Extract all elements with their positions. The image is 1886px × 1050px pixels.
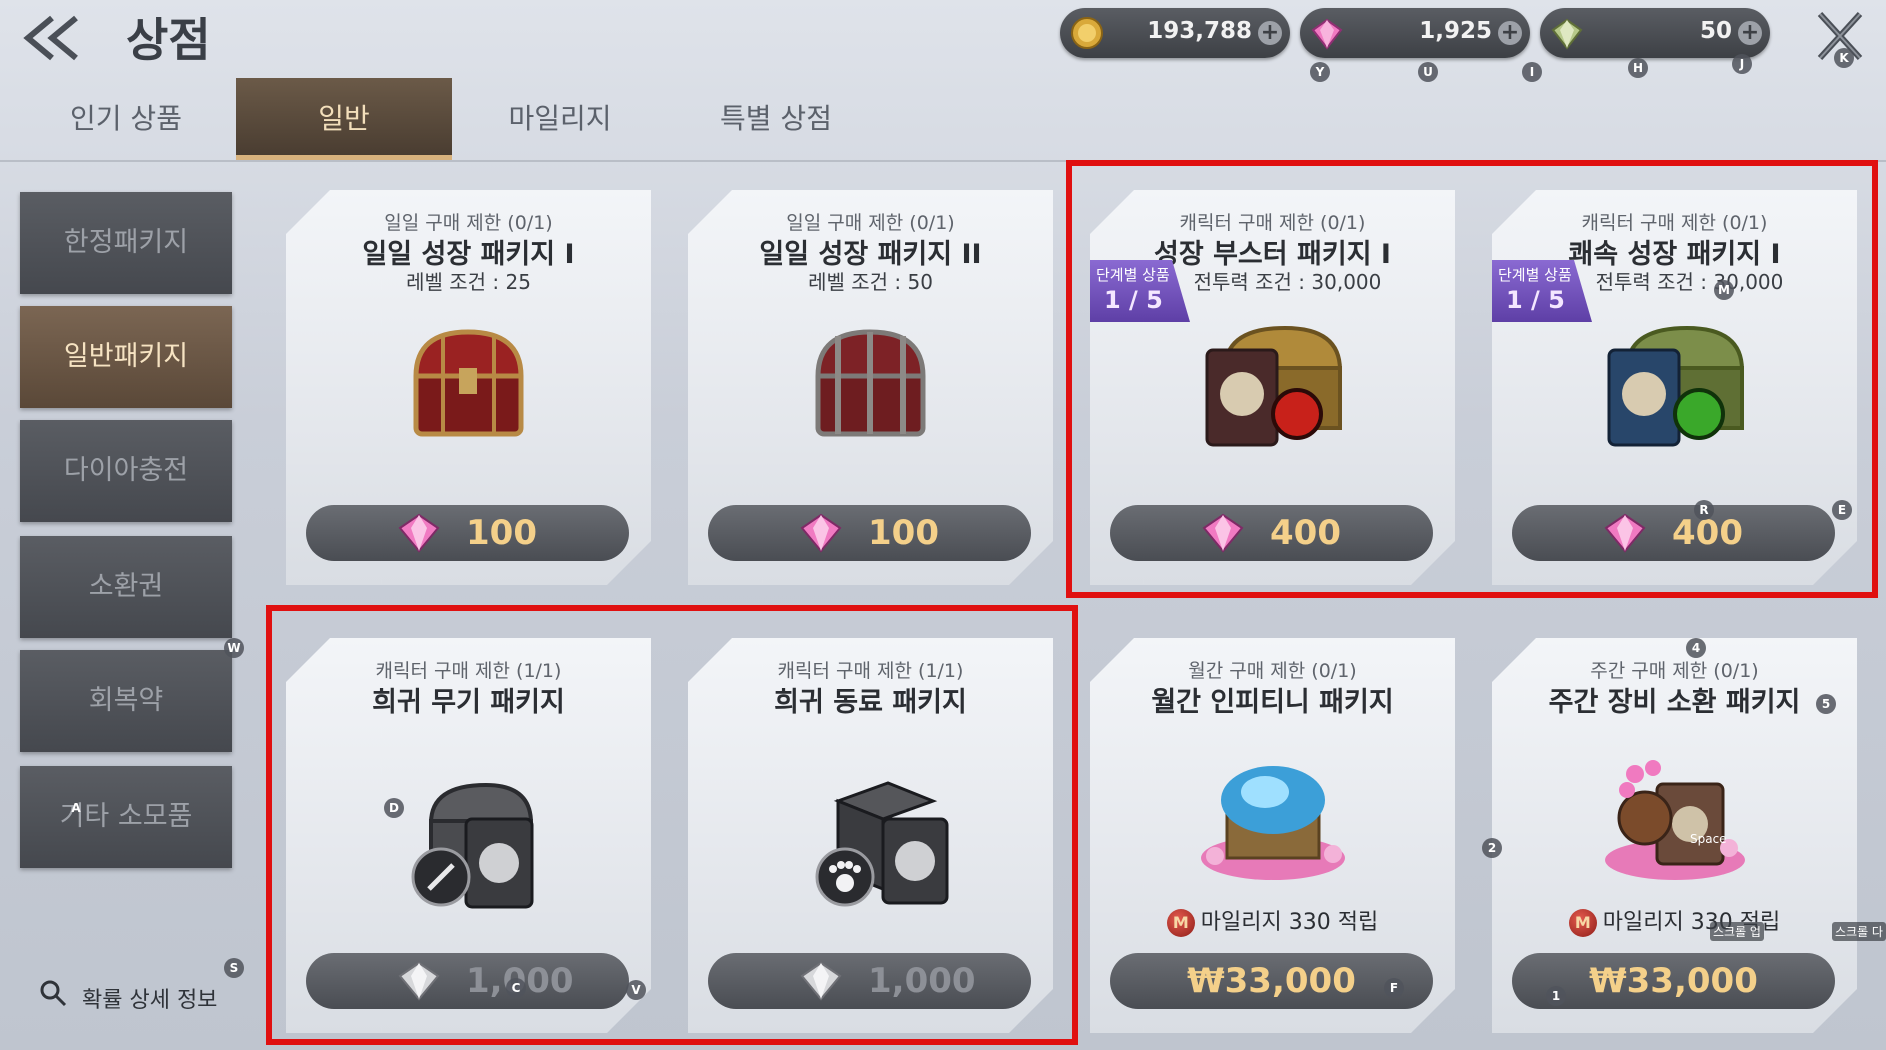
gold-amount: 193,788 (1147, 18, 1252, 44)
buy-button[interactable]: 100 (708, 505, 1031, 561)
tab-general[interactable]: 일반 (236, 78, 452, 160)
price-value: ₩33,000 (1187, 961, 1356, 1001)
tab-special-shop[interactable]: 특별 상점 (668, 78, 884, 160)
tab-mileage[interactable]: 마일리지 (452, 78, 668, 160)
gem-pile-with-cards-icon (1587, 748, 1762, 888)
sidebar-item-potion[interactable]: 회복약 (20, 650, 232, 752)
product-name: 월간 인피티니 패키지 (1151, 687, 1394, 718)
currency-gold[interactable]: 193,788 + (1060, 8, 1290, 58)
hotkey-badge: 2 (1482, 838, 1502, 858)
page-title: 상점 (126, 13, 211, 67)
hotkey-badge: 5 (1816, 694, 1836, 714)
search-icon (40, 980, 67, 1007)
iron-treasure-chest-icon (783, 310, 958, 450)
purchase-condition: 레벨 조건 : 25 (406, 270, 531, 294)
highlight-box (1066, 160, 1878, 598)
hotkey-badge: S (224, 958, 244, 978)
gold-coin-icon (1071, 17, 1103, 49)
sidebar-item-diamond-charge[interactable]: 다이아충전 (20, 420, 232, 522)
product-card-monthly-infinity[interactable]: 월간 구매 제한 (0/1) 월간 인피티니 패키지 M 마일리지 330 적립 … (1090, 638, 1455, 1033)
red-treasure-chest-icon (381, 310, 556, 450)
pink-diamond-icon (1311, 18, 1343, 50)
add-green-diamond-button[interactable]: + (1738, 21, 1762, 45)
highlight-box (266, 605, 1078, 1045)
product-name: 주간 장비 소환 패키지 (1548, 687, 1801, 718)
purchase-limit: 일일 구매 제한 (0/1) (786, 212, 955, 234)
price-value: 100 (868, 513, 939, 553)
hotkey-badge: Space (1690, 832, 1727, 846)
purchase-limit: 월간 구매 제한 (0/1) (1188, 660, 1357, 682)
green-diamond-amount: 50 (1699, 18, 1732, 44)
back-button[interactable] (18, 8, 88, 68)
hotkey-badge: 4 (1686, 638, 1706, 658)
mileage-reward: M 마일리지 330 적립 (1492, 904, 1857, 937)
green-diamond-icon (1551, 18, 1583, 50)
price-value: 100 (466, 513, 537, 553)
hotkey-badge: H (1628, 58, 1648, 78)
hotkey-badge: A (71, 801, 81, 815)
product-card-weekly-equipment[interactable]: 주간 구매 제한 (0/1) 주간 장비 소환 패키지 M 마일리지 330 적립… (1492, 638, 1857, 1033)
mileage-reward: M 마일리지 330 적립 (1090, 904, 1455, 937)
pink-diamond-icon (396, 511, 442, 555)
tab-popular[interactable]: 인기 상품 (18, 78, 234, 160)
sidebar-item-other-consumables[interactable]: 기타 소모품 (20, 766, 232, 868)
add-gold-button[interactable]: + (1258, 21, 1282, 45)
hotkey-badge: 1 (1546, 986, 1566, 1006)
product-card-daily-growth-2[interactable]: 일일 구매 제한 (0/1) 일일 성장 패키지 II 레벨 조건 : 50 1… (688, 190, 1053, 585)
purchase-limit: 일일 구매 제한 (0/1) (384, 212, 553, 234)
currency-diamond[interactable]: 1,925 + (1300, 8, 1530, 58)
sidebar-item-general-package[interactable]: 일반패키지 (20, 306, 232, 408)
scroll-down-label: 스크롤 다 (1832, 922, 1886, 941)
double-chevron-left-icon (23, 15, 78, 61)
hotkey-badge: F (1384, 978, 1404, 998)
hotkey-badge: J (1732, 54, 1752, 74)
sidebar-item-summon-ticket[interactable]: 소환권 (20, 536, 232, 638)
hotkey-badge: W (224, 638, 244, 658)
buy-button[interactable]: ₩33,000 (1110, 953, 1433, 1009)
purchase-condition: 레벨 조건 : 50 (808, 270, 933, 294)
hotkey-badge: K (1834, 48, 1854, 68)
currency-green-diamond[interactable]: 50 + (1540, 8, 1770, 58)
diamond-amount: 1,925 (1419, 18, 1492, 44)
scroll-up-label: 스크롤 업 (1710, 922, 1764, 941)
mileage-icon: M (1167, 909, 1195, 937)
tab-bar: 인기 상품 일반 마일리지 특별 상점 (0, 78, 1886, 162)
buy-button[interactable]: 100 (306, 505, 629, 561)
pink-diamond-icon (798, 511, 844, 555)
crystal-chest-with-gems-icon (1185, 748, 1360, 888)
product-card-daily-growth-1[interactable]: 일일 구매 제한 (0/1) 일일 성장 패키지 I 레벨 조건 : 25 10… (286, 190, 651, 585)
add-diamond-button[interactable]: + (1498, 21, 1522, 45)
sidebar-item-limited-package[interactable]: 한정패키지 (20, 192, 232, 294)
purchase-limit: 주간 구매 제한 (0/1) (1590, 660, 1759, 682)
probability-info-label: 확률 상세 정보 (82, 988, 218, 1013)
mileage-icon: M (1569, 909, 1597, 937)
probability-info-link[interactable]: 확률 상세 정보 (38, 978, 217, 1013)
mileage-text: 마일리지 330 적립 (1200, 910, 1379, 935)
